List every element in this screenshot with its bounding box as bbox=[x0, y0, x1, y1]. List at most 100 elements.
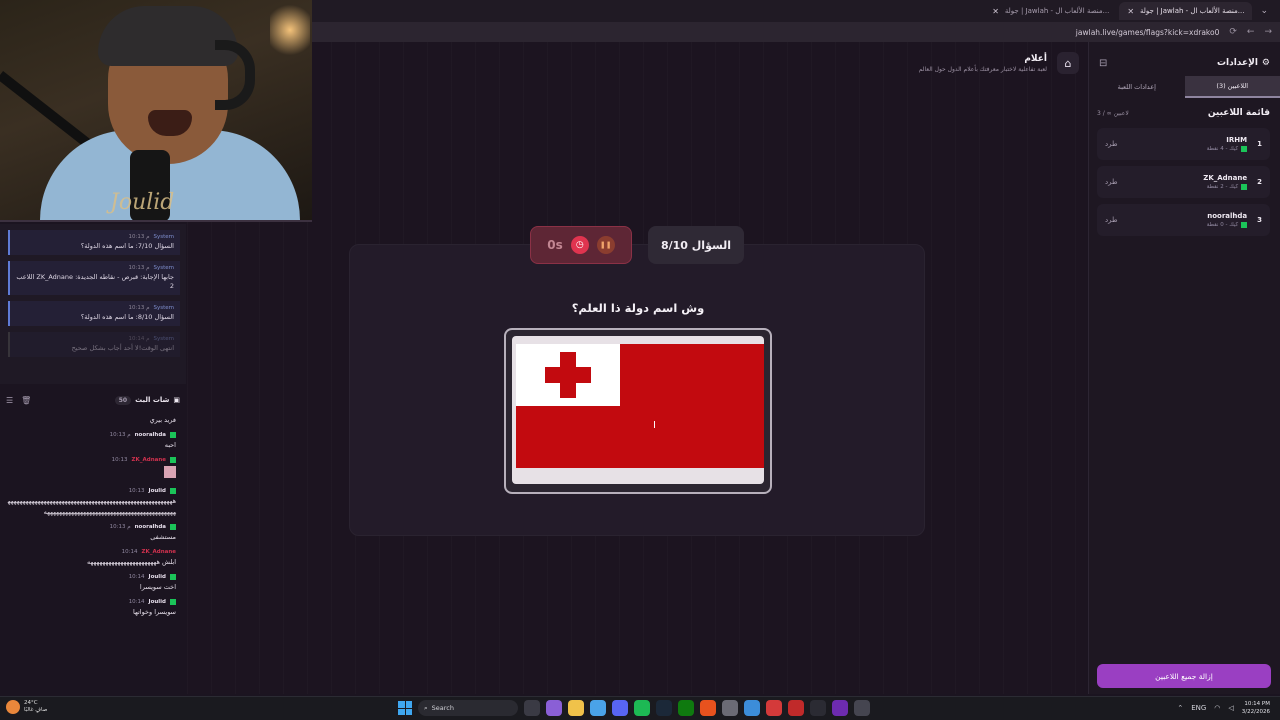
tab-game-settings[interactable]: إعدادات اللعبة bbox=[1089, 76, 1185, 98]
close-tab-icon[interactable]: ✕ bbox=[992, 7, 999, 16]
wifi-icon[interactable]: ◠ bbox=[1214, 704, 1220, 712]
background-light bbox=[270, 0, 310, 60]
chat-text: اخت سويسرا bbox=[139, 583, 176, 591]
reload-icon[interactable]: ⟳ bbox=[1229, 27, 1237, 37]
app-icon[interactable] bbox=[722, 700, 738, 716]
kick-button[interactable]: طرد bbox=[1105, 178, 1118, 186]
weather-widget[interactable]: 24°C صافٍ غالبًا bbox=[6, 700, 47, 714]
clock-time: 10:14 PM bbox=[1244, 701, 1270, 707]
app-icon[interactable] bbox=[546, 700, 562, 716]
pause-icon[interactable]: ❚❚ bbox=[596, 236, 615, 254]
chat-time: 10:14 bbox=[121, 549, 138, 555]
player-row: طرد IRHM كيك - 4 نقطة 1 bbox=[1097, 128, 1270, 160]
chat-user[interactable]: ZK_Adnane bbox=[142, 549, 176, 555]
chat-text: مستشفى bbox=[150, 533, 176, 541]
weather-desc: صافٍ غالبًا bbox=[24, 707, 48, 713]
player-score: كيك - 4 نقطة bbox=[1206, 146, 1239, 152]
chat-user[interactable]: Joulid bbox=[149, 488, 166, 494]
kick-badge-icon bbox=[170, 432, 176, 438]
kick-badge-icon bbox=[170, 488, 176, 494]
app-icon[interactable] bbox=[810, 700, 826, 716]
message-time: 10:13 م bbox=[128, 234, 150, 240]
chat-user[interactable]: nooralhda bbox=[135, 432, 166, 438]
clock-icon[interactable]: ◷ bbox=[570, 236, 589, 254]
back-icon[interactable]: ← bbox=[1247, 27, 1255, 37]
browser-tab[interactable]: ✕ جولة | Jawlah - منصة الألعاب ال... bbox=[984, 2, 1117, 20]
chat-text: هههههههههههههههههههههههههههههههههههههههه… bbox=[7, 497, 176, 516]
home-button[interactable]: ⌂ bbox=[1057, 52, 1079, 74]
chat-message: 10:14 Joulid سويسرا وخواتها bbox=[0, 596, 186, 621]
forward-icon[interactable]: → bbox=[1264, 27, 1272, 37]
browser-tab-active[interactable]: ✕ جولة | Jawlah - منصة الألعاب ال... bbox=[1119, 2, 1253, 20]
player-rank: 1 bbox=[1257, 140, 1262, 148]
language-indicator[interactable]: ENG bbox=[1191, 704, 1206, 712]
chat-user[interactable]: ZK_Adnane bbox=[132, 457, 166, 463]
game-title: أعلام bbox=[1024, 53, 1047, 64]
question-counter: السؤال 8/10 bbox=[648, 226, 744, 264]
app-icon[interactable] bbox=[832, 700, 848, 716]
system-message: 10:13 م System اللاعب ZK_Adnane جابها الإ… bbox=[8, 261, 180, 295]
kick-button[interactable]: طرد bbox=[1105, 140, 1118, 148]
system-clock[interactable]: 10:14 PM 3/22/2026 bbox=[1242, 700, 1270, 716]
steam-icon[interactable] bbox=[656, 700, 672, 716]
spotify-icon[interactable] bbox=[634, 700, 650, 716]
tab-players[interactable]: اللاعبين (3) bbox=[1184, 76, 1280, 98]
flag-image: I bbox=[516, 344, 764, 468]
file-explorer-icon[interactable] bbox=[568, 700, 584, 716]
flag-canton bbox=[516, 344, 620, 406]
message-sender: System bbox=[153, 305, 174, 311]
chat-message: 10:13 م nooralhda احبه bbox=[0, 429, 186, 454]
collapse-sidebar-icon[interactable]: ⊟ bbox=[1099, 58, 1107, 69]
tab-label: جولة | Jawlah - منصة الألعاب ال... bbox=[1140, 7, 1245, 15]
chat-text: فريد بيري bbox=[149, 416, 176, 424]
chat-text: سويسرا وخواتها bbox=[133, 608, 176, 616]
settings-icon[interactable] bbox=[854, 700, 870, 716]
remove-all-players-button[interactable]: إزالة جميع اللاعبين bbox=[1097, 664, 1271, 688]
kick-button[interactable]: طرد bbox=[1105, 216, 1118, 224]
trash-icon[interactable]: 🗑 bbox=[21, 396, 31, 405]
system-tray: ⌃ ENG ◠ ◁ 10:14 PM 3/22/2026 bbox=[1177, 700, 1270, 716]
text-cursor-icon: I bbox=[653, 420, 656, 431]
chat-user[interactable]: Joulid bbox=[149, 574, 166, 580]
youtube-icon[interactable] bbox=[788, 700, 804, 716]
task-view-icon[interactable] bbox=[524, 700, 540, 716]
discord-icon[interactable] bbox=[612, 700, 628, 716]
tab-list-icon[interactable]: ⌄ bbox=[1254, 6, 1274, 16]
player-score: كيك - 2 نقطة bbox=[1206, 184, 1239, 190]
close-tab-icon[interactable]: ✕ bbox=[1127, 7, 1134, 16]
chat-time: 10:14 bbox=[128, 599, 145, 605]
tab-label: جولة | Jawlah - منصة الألعاب ال... bbox=[1004, 7, 1110, 15]
app-icon[interactable] bbox=[700, 700, 716, 716]
settings-list-icon[interactable]: ☰ bbox=[6, 396, 13, 405]
game-header: أعلام لعبة تفاعلية لاختبار معرفتك بأعلام… bbox=[919, 52, 1079, 74]
chrome-icon[interactable] bbox=[590, 700, 606, 716]
url-field[interactable]: jawlah.live/games/flags?kick=xdrako0 bbox=[1076, 28, 1220, 37]
volume-icon[interactable]: ◁ bbox=[1228, 704, 1233, 712]
sidebar-tabs: إعدادات اللعبة اللاعبين (3) bbox=[1089, 76, 1280, 98]
app-icon[interactable] bbox=[744, 700, 760, 716]
chat-time: 10:13 bbox=[111, 457, 128, 463]
player-rank: 3 bbox=[1257, 216, 1262, 224]
screen: ✕ جولة | Jawlah - منصة الألعاب ال... ✕ ج… bbox=[0, 0, 1280, 720]
system-message: 10:13 م System السؤال 8/10: ما اسم هذه ال… bbox=[8, 301, 180, 326]
timer-value: 0s bbox=[547, 238, 563, 252]
windows-taskbar: 24°C صافٍ غالبًا ⌕ Search ⌃ ENG ◠ ◁ 10:1… bbox=[0, 696, 1280, 720]
app-icon[interactable] bbox=[766, 700, 782, 716]
settings-sidebar: ⊟ الإعدادات ⚙ إعدادات اللعبة اللاعبين (3… bbox=[1088, 42, 1280, 694]
chat-user[interactable]: Joulid bbox=[149, 599, 166, 605]
headset bbox=[215, 40, 255, 110]
chat-message: 10:13 م nooralhda مستشفى bbox=[0, 521, 186, 546]
timer-pill: 0s ◷ ❚❚ bbox=[530, 226, 632, 264]
search-icon: ⌕ bbox=[424, 703, 428, 712]
message-text: السؤال 8/10: ما اسم هذه الدولة؟ bbox=[80, 313, 174, 321]
message-sender: System bbox=[153, 234, 174, 240]
chat-time: 10:14 bbox=[128, 574, 145, 580]
chat-user[interactable]: nooralhda bbox=[135, 524, 166, 530]
player-score: كيك - 0 نقطة bbox=[1206, 222, 1239, 228]
xbox-icon[interactable] bbox=[678, 700, 694, 716]
flag-frame: I bbox=[504, 328, 772, 494]
windows-start-icon[interactable] bbox=[398, 701, 412, 715]
flag-container: I bbox=[512, 336, 764, 484]
chevron-up-icon[interactable]: ⌃ bbox=[1177, 704, 1183, 712]
taskbar-search[interactable]: ⌕ Search bbox=[418, 700, 518, 716]
